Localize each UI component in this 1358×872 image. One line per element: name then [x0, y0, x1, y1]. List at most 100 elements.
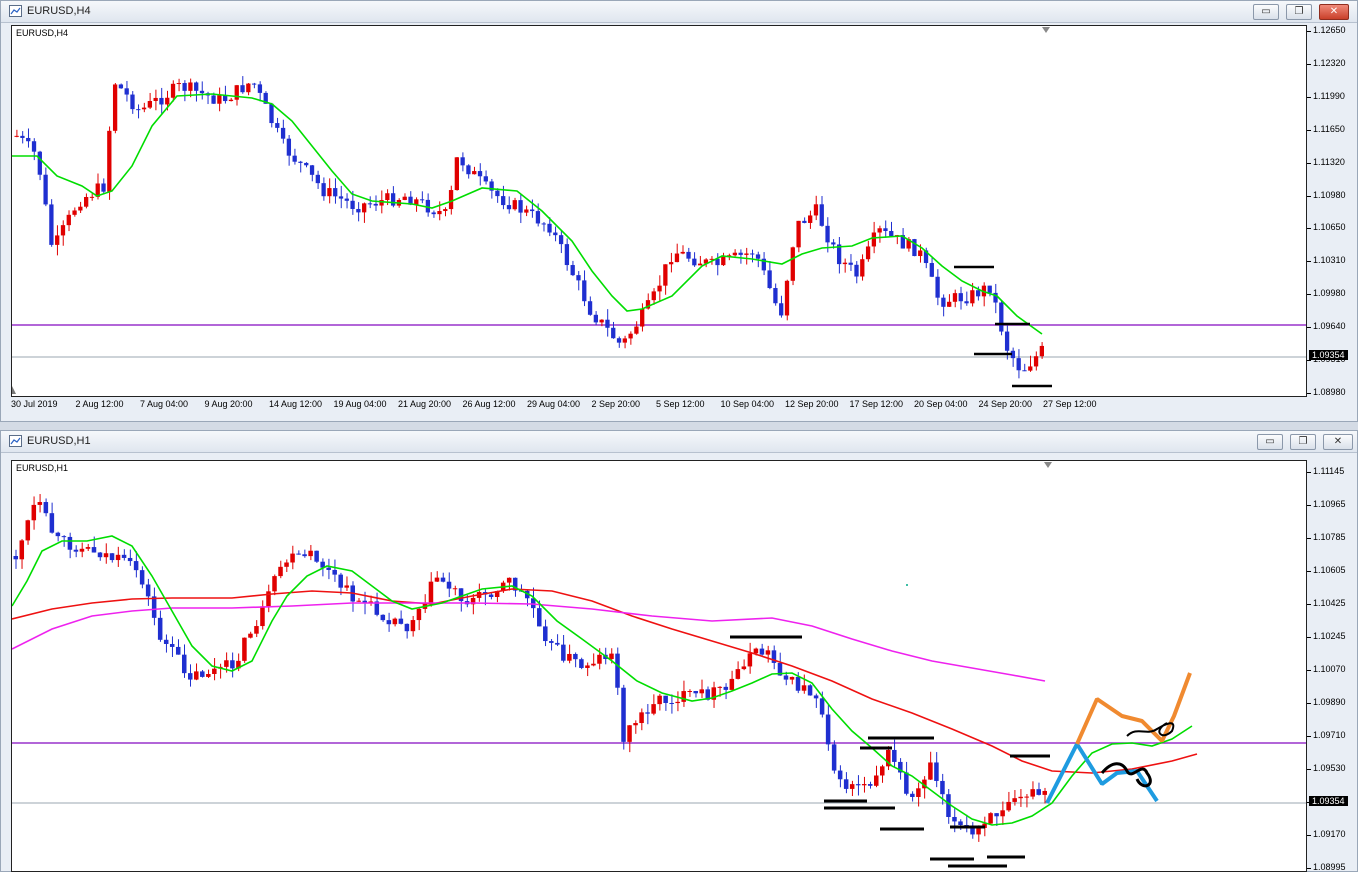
candle-body: [175, 646, 181, 655]
candle-body: [217, 95, 222, 104]
candle-body: [555, 642, 560, 645]
forecast-path-up: [1075, 672, 1192, 745]
candle-body: [779, 303, 784, 316]
price-tick-label: 1.12320: [1313, 57, 1346, 68]
candle-body: [19, 540, 25, 560]
candle-body: [512, 200, 517, 210]
chart-window-h1[interactable]: EURUSD,H1 ▭ ❐ ✕ EURUSD,H1 1.11145 1.10965…: [0, 430, 1358, 872]
candle-body: [157, 617, 163, 640]
candle-body: [693, 691, 698, 694]
candle-body: [789, 676, 795, 680]
candle-body: [735, 669, 741, 679]
price-chart-h4[interactable]: EURUSD,H4: [11, 25, 1307, 397]
candle-body: [1039, 345, 1044, 357]
forecast-path-down: [1045, 742, 1159, 804]
title-bar-h1[interactable]: EURUSD,H1 ▭ ❐ ✕: [1, 431, 1357, 453]
candle-body: [390, 193, 396, 206]
candle-body: [699, 689, 705, 694]
candle-body: [242, 637, 247, 661]
candle-body: [308, 550, 313, 557]
candle-body: [732, 252, 738, 256]
time-axis-h4[interactable]: 30 Jul 2019 2 Aug 12:00 7 Aug 04:00 9 Aug 2…: [11, 398, 1307, 414]
candle-body: [599, 319, 604, 323]
candle-body: [234, 85, 239, 100]
candle-body: [159, 97, 164, 105]
candle-body: [669, 702, 674, 704]
candle-body: [188, 82, 193, 91]
candle-body: [807, 685, 813, 696]
candle-body: [759, 648, 765, 655]
candle-body: [89, 196, 95, 198]
candle-body: [934, 762, 939, 781]
candle-body: [576, 275, 581, 281]
candle-body: [767, 270, 772, 289]
chart-canvas-h4[interactable]: [12, 26, 1306, 396]
candle-body: [729, 678, 735, 690]
price-tick-mark: [1307, 835, 1311, 836]
price-axis-h4[interactable]: 1.12650 1.12320 1.11990 1.11650 1.11320 1.109…: [1307, 25, 1358, 397]
close-button[interactable]: ✕: [1323, 434, 1353, 450]
maximize-button[interactable]: ❐: [1286, 4, 1312, 20]
candle-body: [988, 813, 993, 824]
candle-body: [549, 641, 554, 643]
price-tick-mark: [1307, 736, 1311, 737]
candle-body: [958, 821, 963, 825]
candle-body: [651, 704, 656, 714]
chart-canvas-h1[interactable]: [12, 461, 1306, 871]
candle-body: [579, 659, 584, 668]
window-title: EURUSD,H1: [27, 435, 91, 447]
title-bar-h4[interactable]: EURUSD,H4 ▭ ❐ ✕: [1, 1, 1357, 23]
candle-body: [385, 193, 390, 201]
candle-body: [831, 744, 837, 771]
price-tick-mark: [1307, 96, 1311, 98]
candle-body: [1004, 331, 1010, 351]
candle-body: [880, 766, 885, 776]
candle-body: [309, 165, 315, 175]
candle-body: [443, 209, 448, 212]
price-tick-label: 1.08995: [1313, 862, 1346, 872]
price-axis-h1[interactable]: 1.11145 1.10965 1.10785 1.10605 1.10425 1.102…: [1307, 460, 1358, 872]
candle-body: [280, 127, 286, 139]
candle-body: [130, 94, 135, 110]
price-chart-h1[interactable]: EURUSD,H1: [11, 460, 1307, 872]
price-tick-label: 1.10785: [1313, 532, 1346, 542]
candle-body: [290, 553, 295, 563]
candle-body: [133, 561, 139, 571]
price-tick-mark: [1307, 129, 1311, 131]
price-tick-mark: [1307, 31, 1311, 32]
time-tick-label: 12 Sep 20:00: [785, 399, 839, 409]
candle-body: [674, 253, 680, 263]
candle-body: [999, 302, 1004, 332]
candle-body: [321, 183, 326, 197]
candle-body: [84, 196, 89, 207]
candle-body: [136, 109, 141, 111]
minimize-button[interactable]: ▭: [1253, 4, 1279, 20]
candle-body: [344, 585, 349, 588]
candle-body: [952, 293, 958, 302]
price-tick-label: 1.09640: [1313, 321, 1346, 332]
chart-window-h4[interactable]: EURUSD,H4 ▭ ❐ ✕ EURUSD,H4 1.12650 1.12320…: [0, 0, 1358, 422]
current-price-badge: 1.09354: [1309, 350, 1348, 360]
candle-body: [964, 301, 969, 304]
candle-body: [402, 196, 407, 200]
price-tick-mark: [1307, 63, 1311, 65]
candle-body: [744, 253, 749, 255]
candle-body: [946, 794, 951, 817]
candle-body: [332, 569, 337, 575]
price-tick-label: 1.11990: [1313, 90, 1345, 101]
maximize-button[interactable]: ❐: [1290, 434, 1316, 450]
candle-body: [380, 614, 386, 621]
candle-body: [639, 712, 644, 724]
candle-body: [298, 161, 303, 163]
candle-body: [165, 97, 170, 105]
minimize-button[interactable]: ▭: [1257, 434, 1283, 450]
candle-body: [448, 190, 454, 210]
candle-body: [428, 581, 434, 604]
candle-body: [67, 536, 73, 550]
candle-body: [55, 532, 61, 537]
candle-body: [101, 183, 106, 192]
close-button[interactable]: ✕: [1319, 4, 1349, 20]
candle-body: [302, 554, 307, 557]
candle-body: [344, 198, 349, 201]
candle-body: [26, 137, 31, 142]
